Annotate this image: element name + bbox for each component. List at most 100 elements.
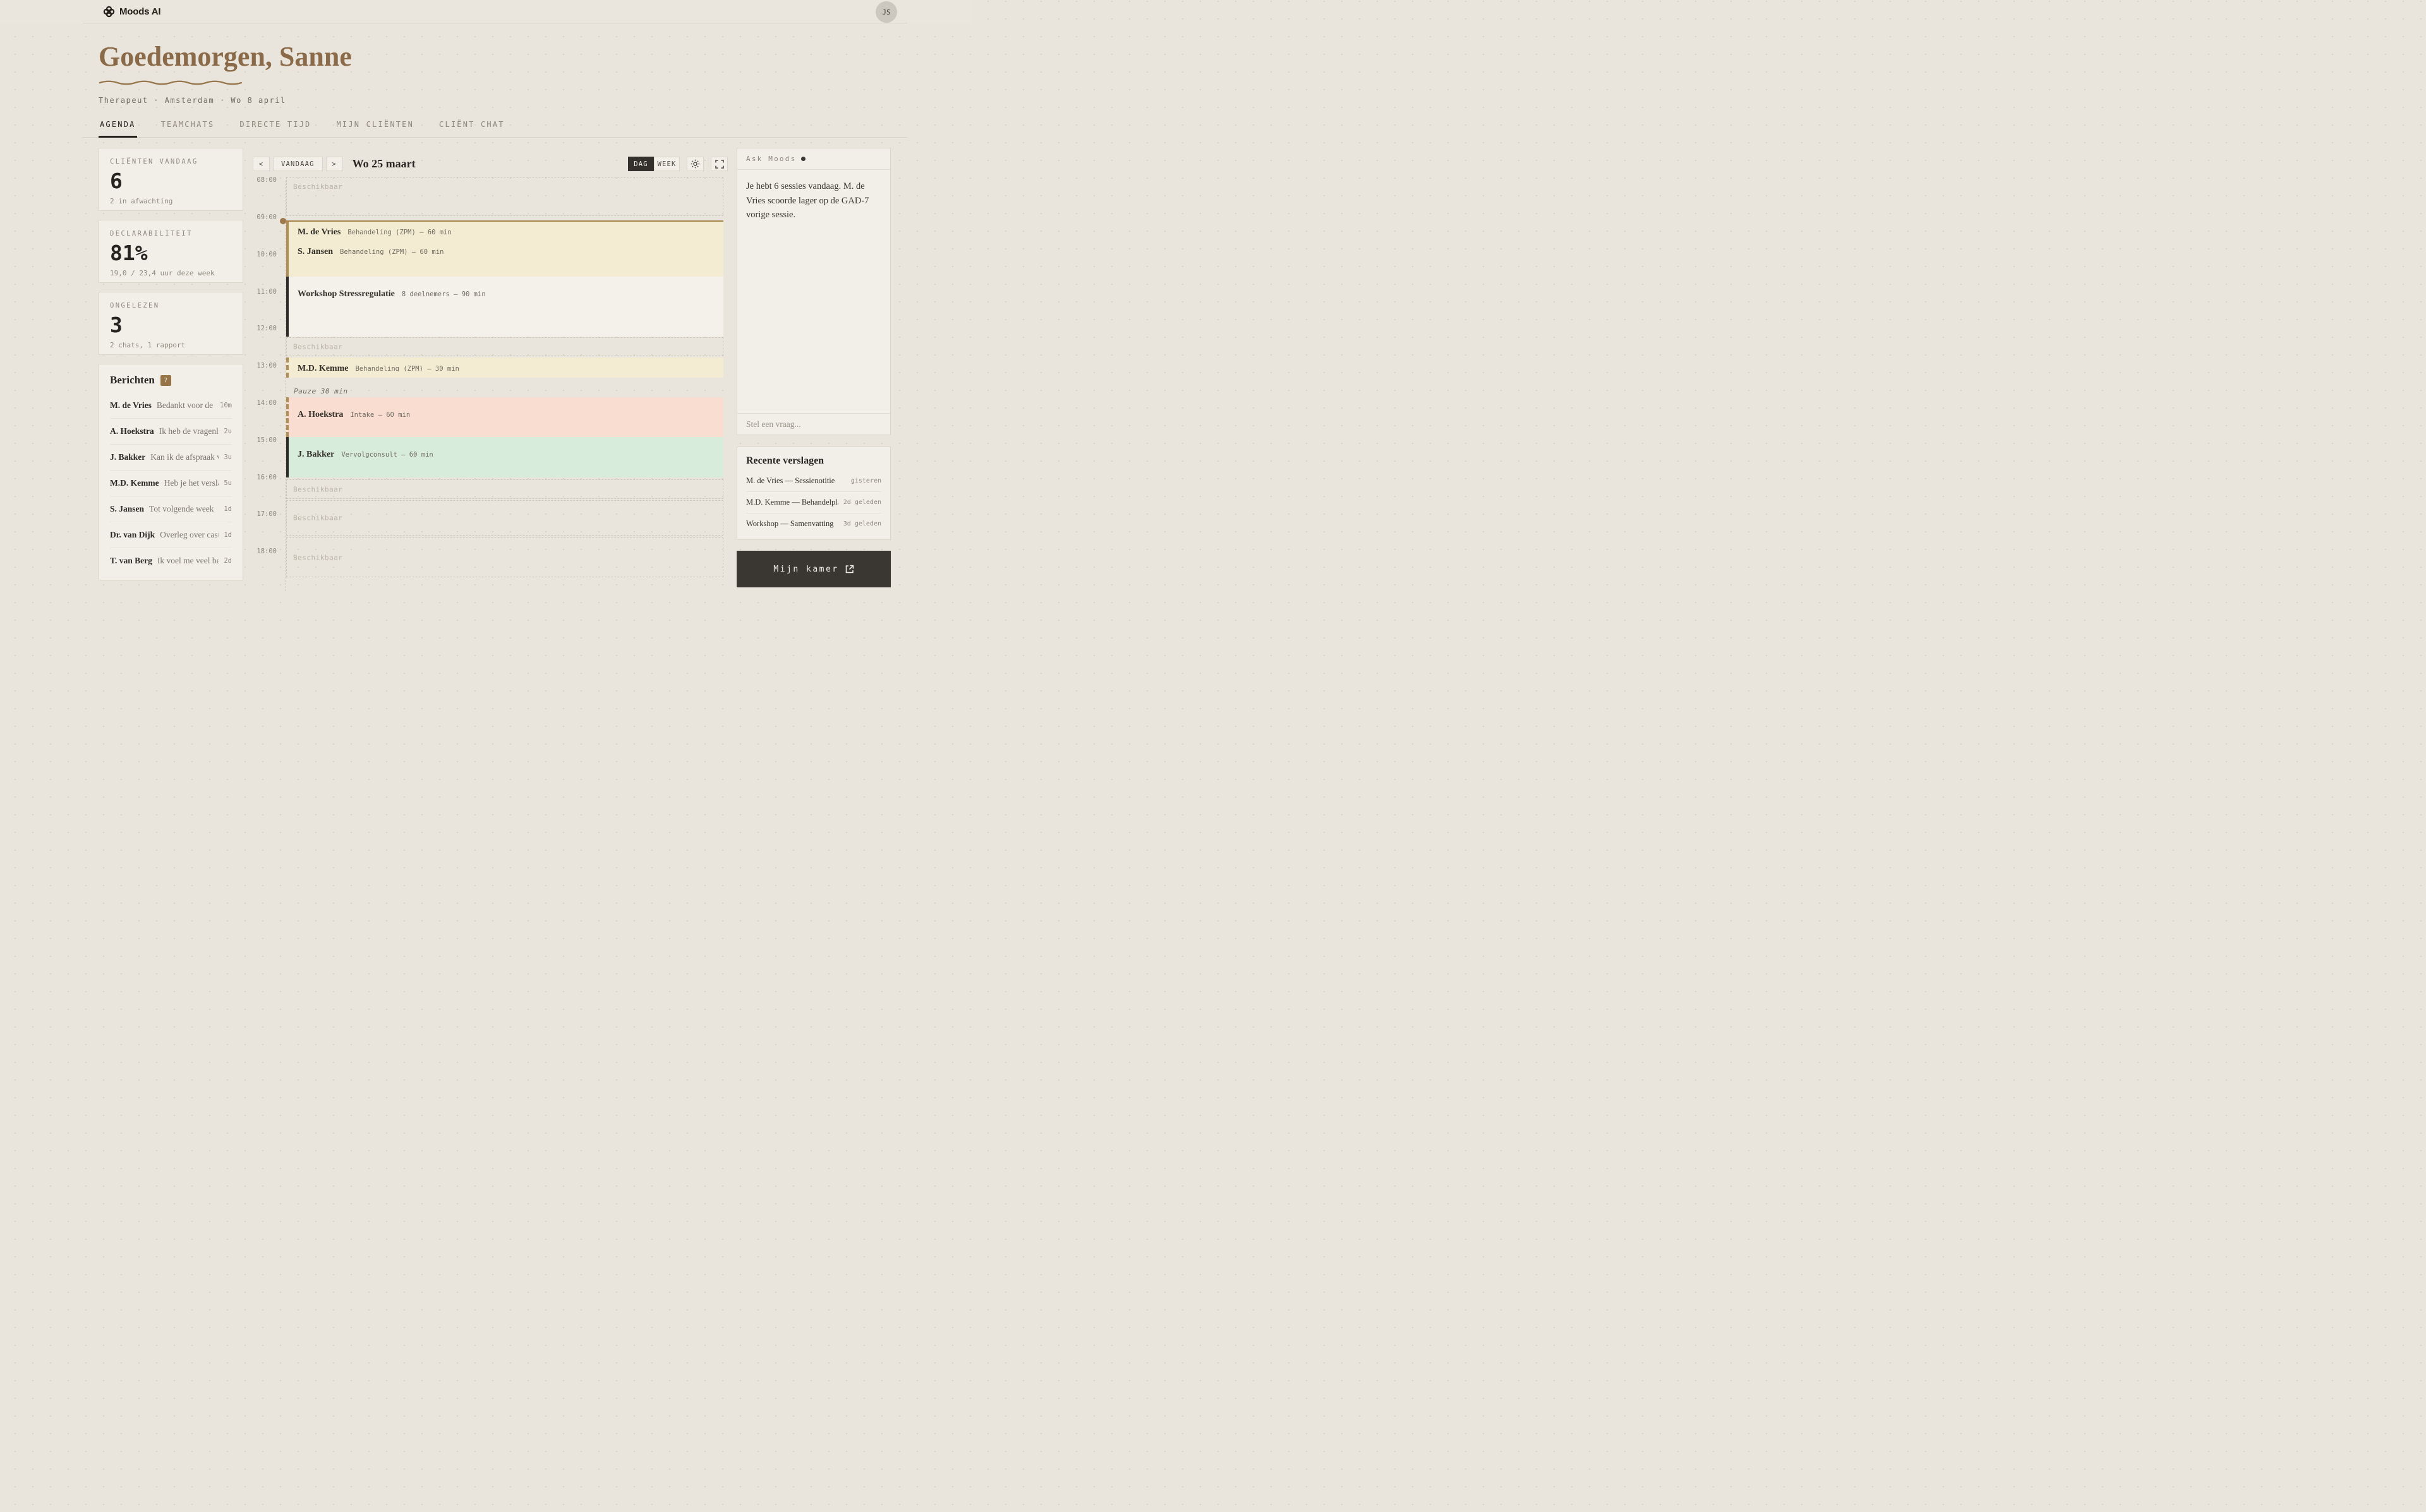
message-list-item[interactable]: T. van Berg Ik voel me veel beter 2d xyxy=(110,548,232,573)
stat-card: DECLARABILITEIT 81% 19,0 / 23,4 uur deze… xyxy=(99,220,243,284)
hour-label: 17:00 xyxy=(256,510,277,519)
available-slot[interactable]: Beschikbaar xyxy=(286,479,723,500)
user-meta: Therapeut · Amsterdam · Wo 8 april xyxy=(99,96,286,105)
tab[interactable]: CLIËNT CHAT xyxy=(438,120,506,138)
message-sender: M. de Vries xyxy=(110,400,152,411)
view-toggle: DAG WEEK xyxy=(628,157,680,172)
brand-logo[interactable]: Moods AI xyxy=(103,6,161,18)
event-client-name: M.D. Kemme xyxy=(298,364,349,372)
calendar-section: < VANDAAG > Wo 25 maart DAG WEEK 08:00 0… xyxy=(253,148,728,597)
my-room-label: Mijn kamer xyxy=(773,564,839,574)
theme-toggle-button[interactable] xyxy=(687,157,704,172)
event-meta: Intake – 60 min xyxy=(350,411,411,419)
stat-sub: 2 chats, 1 rapport xyxy=(110,341,186,350)
hour-label: 08:00 xyxy=(256,176,277,184)
report-time: 3d geleden xyxy=(843,520,881,528)
tab[interactable]: MIJN CLIËNTEN xyxy=(335,120,416,138)
stat-card: CLIËNTEN VANDAAG 6 2 in afwachting xyxy=(99,148,243,212)
reports-title: Recente verslagen xyxy=(746,455,824,467)
event-client-name: A. Hoekstra xyxy=(298,410,344,420)
stat-card: ONGELEZEN 3 2 chats, 1 rapport xyxy=(99,292,243,356)
message-time: 10m xyxy=(220,402,232,410)
event-client-name: J. Bakker xyxy=(298,450,335,460)
day-view-button[interactable]: DAG xyxy=(628,157,654,172)
report-list-item[interactable]: M. de Vries — Sessienotitie gisteren xyxy=(746,471,881,491)
message-preview: Ik heb de vragenlijst inge… xyxy=(159,426,219,436)
available-slot[interactable]: Beschikbaar xyxy=(286,500,723,536)
message-list-item[interactable]: Dr. van Dijk Overleg over casus Hoek… 1d xyxy=(110,522,232,548)
avatar[interactable]: JS xyxy=(876,1,897,23)
pause-label: Pauze 30 min xyxy=(294,387,348,396)
hour-label: 13:00 xyxy=(256,362,277,370)
calendar-grid: 08:00 09:00 10:00 11:00 12:00 13:00 14:00 15:00… xyxy=(253,176,728,597)
message-time: 2u xyxy=(224,428,232,436)
next-day-button[interactable]: > xyxy=(325,157,343,172)
message-list-item[interactable]: M. de Vries Bedankt voor de sessie 10m xyxy=(110,393,232,418)
ask-question-input[interactable] xyxy=(737,413,890,435)
report-list-item[interactable]: M.D. Kemme — Behandelplan 2d geleden xyxy=(746,491,881,513)
hour-label: 12:00 xyxy=(256,325,277,333)
available-slot[interactable]: Beschikbaar xyxy=(286,537,723,578)
message-list-item[interactable]: A. Hoekstra Ik heb de vragenlijst inge… … xyxy=(110,418,232,444)
calendar-event[interactable]: Workshop Stressregulatie 8 deelnemers – 9… xyxy=(286,277,723,337)
clover-logo-icon xyxy=(103,6,115,18)
tab-bar: AGENDA TEAMCHATS DIRECTE TIJD MIJN CLIËN… xyxy=(82,120,907,138)
message-sender: J. Bakker xyxy=(110,452,146,462)
event-meta: Behandeling (ZPM) – 30 min xyxy=(355,365,459,372)
stat-label: DECLARABILITEIT xyxy=(110,230,193,238)
stat-sub: 2 in afwachting xyxy=(110,197,173,206)
report-list-item[interactable]: Workshop — Samenvatting 3d geleden xyxy=(746,513,881,534)
message-sender: A. Hoekstra xyxy=(110,426,154,436)
today-button[interactable]: VANDAAG xyxy=(273,157,323,172)
calendar-event[interactable]: M.D. Kemme Behandeling (ZPM) – 30 min xyxy=(286,357,723,378)
hour-label: 16:00 xyxy=(256,473,277,481)
prev-day-button[interactable]: < xyxy=(253,157,270,172)
event-client-name: Workshop Stressregulatie xyxy=(298,289,395,299)
top-header: Moods AI JS xyxy=(0,0,973,23)
stat-value: 3 xyxy=(110,313,123,338)
available-label: Beschikbaar xyxy=(293,513,343,522)
stat-value: 6 xyxy=(110,169,123,194)
message-sender: Dr. van Dijk xyxy=(110,530,155,540)
hero-section: Goedemorgen, Sanne Therapeut · Amsterdam… xyxy=(99,42,973,105)
calendar-event[interactable]: J. Bakker Vervolgconsult – 60 min xyxy=(286,437,723,478)
event-meta: 8 deelnemers – 90 min xyxy=(401,291,486,299)
message-preview: Tot volgende week xyxy=(149,504,214,514)
messages-panel: Berichten 7 M. de Vries Bedankt voor de … xyxy=(99,364,243,581)
event-client-name: M. de Vries xyxy=(298,227,341,237)
message-list-item[interactable]: M.D. Kemme Heb je het verslag al gez… 5u xyxy=(110,470,232,496)
fullscreen-button[interactable] xyxy=(711,157,728,172)
event-meta: Behandeling (ZPM) – 60 min xyxy=(347,229,452,237)
calendar-event[interactable]: M. de Vries Behandeling (ZPM) – 60 min S. … xyxy=(286,221,723,277)
recent-reports-panel: Recente verslagen M. de Vries — Sessieno… xyxy=(737,447,891,541)
message-time: 1d xyxy=(224,531,232,539)
report-name: Workshop — Samenvatting xyxy=(746,519,834,529)
stat-label: ONGELEZEN xyxy=(110,302,160,310)
tab[interactable]: TEAMCHATS xyxy=(160,120,216,138)
available-slot[interactable]: Beschikbaar xyxy=(286,337,723,357)
message-sender: M.D. Kemme xyxy=(110,478,159,488)
left-sidebar: CLIËNTEN VANDAAG 6 2 in afwachting DECLA… xyxy=(99,148,243,581)
my-room-button[interactable]: Mijn kamer xyxy=(737,551,891,588)
right-sidebar: Ask Moods Je hebt 6 sessies vandaag. M. … xyxy=(737,148,891,588)
tab[interactable]: DIRECTE TIJD xyxy=(238,120,312,138)
ask-moods-panel: Ask Moods Je hebt 6 sessies vandaag. M. … xyxy=(737,148,891,436)
message-time: 2d xyxy=(224,557,232,565)
message-list-item[interactable]: S. Jansen Tot volgende week 1d xyxy=(110,496,232,522)
week-view-button[interactable]: WEEK xyxy=(654,157,680,172)
report-name: M. de Vries — Sessienotitie xyxy=(746,476,835,486)
message-list-item[interactable]: J. Bakker Kan ik de afspraak verzetten? … xyxy=(110,444,232,470)
message-sender: T. van Berg xyxy=(110,556,152,566)
tab[interactable]: AGENDA xyxy=(99,120,137,138)
status-dot-icon xyxy=(801,157,806,162)
message-sender: S. Jansen xyxy=(110,504,145,514)
message-preview: Ik voel me veel beter xyxy=(157,556,219,566)
event-client-name: S. Jansen xyxy=(298,247,334,257)
external-link-icon xyxy=(845,565,854,573)
available-slot[interactable]: Beschikbaar xyxy=(286,177,723,217)
message-preview: Overleg over casus Hoek… xyxy=(160,530,219,540)
stat-label: CLIËNTEN VANDAAG xyxy=(110,158,198,166)
brand-name: Moods AI xyxy=(119,6,161,17)
available-label: Beschikbaar xyxy=(293,342,343,351)
calendar-event[interactable]: A. Hoekstra Intake – 60 min xyxy=(286,397,723,438)
